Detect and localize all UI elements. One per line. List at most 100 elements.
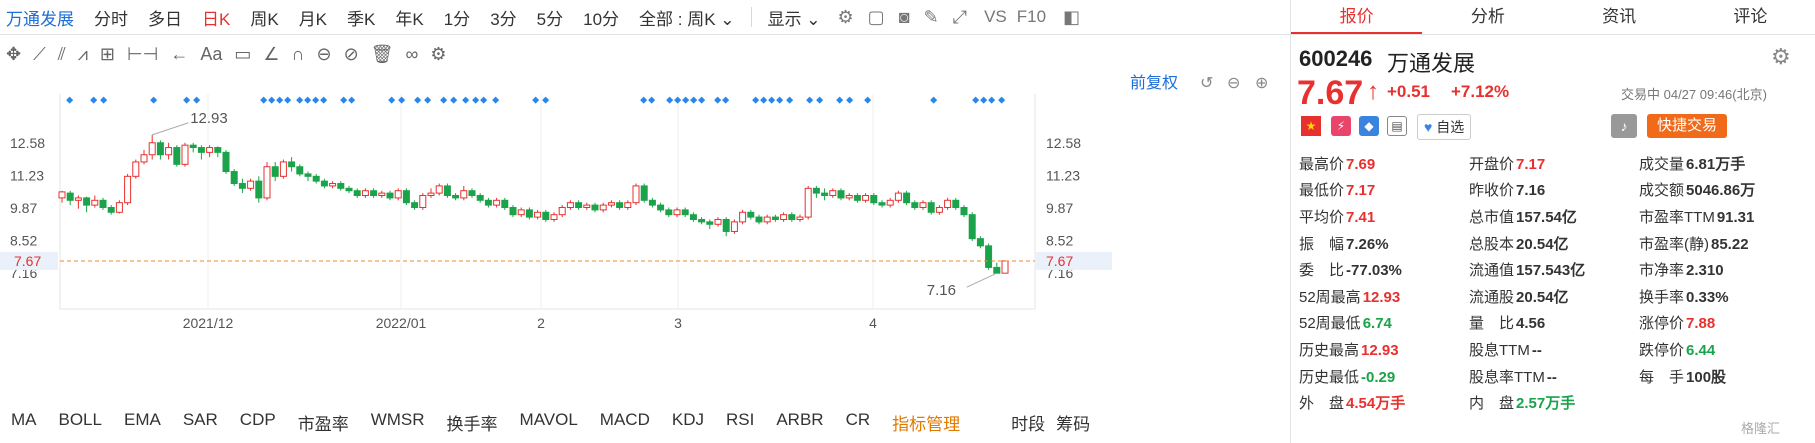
event-marker[interactable] [388,96,396,104]
period-tab[interactable]: 年K [395,5,423,30]
event-marker[interactable] [752,96,760,104]
event-marker[interactable] [472,96,480,104]
quote-tab[interactable]: 报价 [1291,0,1423,34]
event-marker[interactable] [320,96,328,104]
period-tab[interactable]: 1分 [444,5,470,30]
indicator-item[interactable]: EMA [124,410,161,435]
period-tab[interactable]: 月K [299,5,327,30]
link-icon[interactable]: ∞ [406,44,419,65]
settings-icon[interactable]: ⚙ [430,44,446,65]
indicator-item[interactable]: WMSR [371,410,425,435]
quote-tab[interactable]: 评论 [1685,0,1815,34]
event-marker[interactable] [183,96,191,104]
indicator-item[interactable]: MA [11,410,37,435]
chips-button[interactable]: 筹码 [1056,410,1090,435]
event-marker[interactable] [998,96,1006,104]
event-marker[interactable] [296,96,304,104]
wave-tool-icon[interactable]: ⩘ [78,44,88,65]
filter-dropdown[interactable]: 全部 : 周K ⌄ [639,5,735,30]
period-tab[interactable]: 5分 [537,5,563,30]
comment-icon[interactable]: ▭ [234,44,251,65]
indicator-item[interactable]: KDJ [672,410,704,435]
event-marker[interactable] [424,96,432,104]
quote-tab[interactable]: 资讯 [1554,0,1685,34]
indicator-item[interactable]: BOLL [59,410,102,435]
event-marker[interactable] [312,96,320,104]
eye-icon[interactable]: ⊖ [316,44,331,65]
event-marker[interactable] [786,96,794,104]
range-tool-icon[interactable]: ⊢⊣ [127,44,158,65]
event-marker[interactable] [682,96,690,104]
event-marker[interactable] [690,96,698,104]
quick-trade-button[interactable]: 快捷交易 [1647,114,1727,138]
event-marker[interactable] [806,96,814,104]
event-marker[interactable] [846,96,854,104]
event-marker[interactable] [532,96,540,104]
period-tab[interactable]: 分时 [94,5,128,30]
event-marker[interactable] [674,96,682,104]
event-marker[interactable] [340,96,348,104]
angle-icon[interactable]: ∠ [263,44,279,65]
text-tool[interactable]: Aa [200,44,222,65]
f10-button[interactable]: F10 [1017,7,1046,27]
indicator-item[interactable]: MACD [600,410,650,435]
event-marker[interactable] [348,96,356,104]
period-tab[interactable]: 3分 [490,5,516,30]
expand-icon[interactable]: ⤢ [953,7,967,28]
event-marker[interactable] [66,96,74,104]
event-marker[interactable] [193,96,201,104]
period-tab[interactable]: 10分 [583,5,619,30]
period-tab[interactable]: 季K [347,5,375,30]
event-marker[interactable] [980,96,988,104]
event-marker[interactable] [930,96,938,104]
magnet-icon[interactable]: ∩ [292,44,305,65]
event-marker[interactable] [480,96,488,104]
indicator-item[interactable]: CDP [240,410,276,435]
zoom-in-icon[interactable]: ⊕ [1255,74,1268,92]
display-dropdown[interactable]: 显示 ⌄ [768,5,821,30]
pen-icon[interactable]: ✎ [924,7,939,28]
event-marker[interactable] [276,96,284,104]
indicator-item[interactable]: CR [846,410,871,435]
gear-icon[interactable]: ⚙ [838,7,854,28]
line-tool-icon[interactable]: ⟋ [33,44,46,65]
event-marker[interactable] [714,96,722,104]
kline-chart[interactable]: 前复权 ↺ ⊖ ⊕ 12.93 7.16 12.58 12.58 11.23 11.2… [0,74,1290,402]
event-marker[interactable] [836,96,844,104]
fib-tool-icon[interactable]: ⊞ [100,44,115,65]
stock-name-link[interactable]: 万通发展 [6,5,74,30]
indicator-manage-button[interactable]: 指标管理 [892,410,960,435]
note-icon[interactable]: ▤ [1387,116,1407,136]
camera-icon[interactable]: ◙ [899,7,910,28]
trash-icon[interactable]: 🗑 [371,44,394,65]
move-icon[interactable]: ✥ [6,44,21,65]
event-marker[interactable] [398,96,406,104]
bell-icon[interactable]: ♪ [1611,114,1637,138]
period-tab[interactable]: 周K [250,5,278,30]
event-marker[interactable] [722,96,730,104]
event-marker[interactable] [666,96,674,104]
event-marker[interactable] [864,96,872,104]
add-watchlist-button[interactable]: ♥ 自选 [1417,114,1472,140]
event-marker[interactable] [542,96,550,104]
period-tab[interactable]: 多日 [148,5,182,30]
event-marker[interactable] [90,96,98,104]
indicator-item[interactable]: ARBR [776,410,823,435]
event-marker[interactable] [260,96,268,104]
channel-tool-icon[interactable]: ⫽ [58,44,66,65]
period-button[interactable]: 时段 [1011,410,1045,435]
event-marker[interactable] [972,96,980,104]
hide-icon[interactable]: ⊘ [344,44,359,65]
event-marker[interactable] [988,96,996,104]
event-marker[interactable] [816,96,824,104]
event-markers[interactable] [66,96,1006,104]
vs-button[interactable]: VS [984,7,1007,27]
reset-icon[interactable]: ↺ [1200,74,1213,92]
indicator-item[interactable]: SAR [183,410,218,435]
square-icon[interactable]: ▢ [868,7,885,28]
indicator-item[interactable]: MAVOL [520,410,578,435]
event-marker[interactable] [492,96,500,104]
event-marker[interactable] [640,96,648,104]
event-marker[interactable] [414,96,422,104]
indicator-item[interactable]: 换手率 [447,410,498,435]
